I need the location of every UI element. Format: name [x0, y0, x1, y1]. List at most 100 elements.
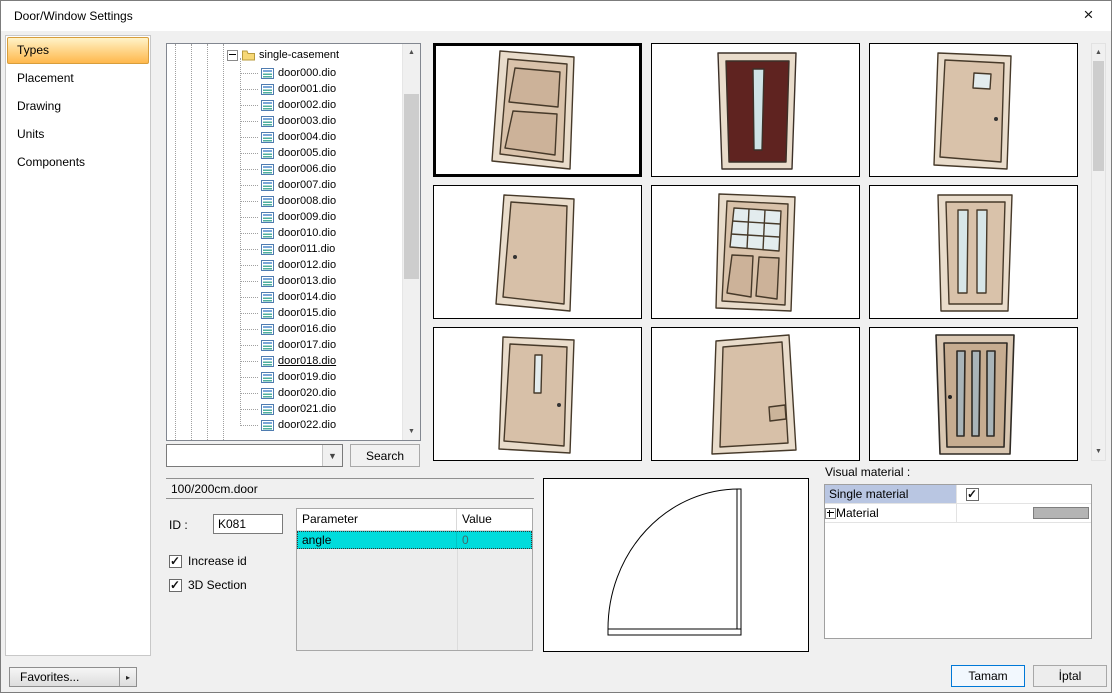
door-thumbnail-9[interactable]: [869, 327, 1078, 461]
3d-section-checkbox[interactable]: [169, 579, 182, 592]
door-thumbnail-6[interactable]: [869, 185, 1078, 319]
collapse-icon[interactable]: [227, 50, 238, 61]
door-file-icon: [261, 196, 274, 207]
door-thumbnail-5[interactable]: [651, 185, 860, 319]
tree-item[interactable]: door008.dio: [261, 193, 336, 209]
tree-item[interactable]: door002.dio: [261, 97, 336, 113]
door-file-icon: [261, 116, 274, 127]
scroll-up-icon[interactable]: ▲: [1092, 44, 1105, 61]
door-thumbnail-4[interactable]: [433, 185, 642, 319]
parameter-row[interactable]: angle 0: [297, 531, 532, 549]
tree-item-label: door004.dio: [278, 131, 336, 143]
column-header-parameter[interactable]: Parameter: [297, 509, 457, 530]
door-thumbnail-8[interactable]: [651, 327, 860, 461]
tree-item[interactable]: door011.dio: [261, 241, 336, 257]
tree-branch-line: [240, 58, 241, 424]
increase-id-checkbox[interactable]: [169, 555, 182, 568]
tree-scrollbar-thumb[interactable]: [404, 94, 419, 279]
tree-item[interactable]: door007.dio: [261, 177, 336, 193]
sidebar-item-components[interactable]: Components: [7, 149, 149, 176]
single-material-checkbox[interactable]: [966, 488, 979, 501]
tree-item[interactable]: door018.dio: [261, 353, 336, 369]
selected-door-name: 100/200cm.door: [166, 478, 534, 499]
tree-item[interactable]: door001.dio: [261, 81, 336, 97]
tree-item[interactable]: door017.dio: [261, 337, 336, 353]
door-swing-preview: [543, 478, 809, 652]
door-thumbnail-6-image: [874, 189, 1074, 315]
close-button[interactable]: ×: [1066, 1, 1111, 31]
door-file-icon: [261, 356, 274, 367]
tree-item[interactable]: door010.dio: [261, 225, 336, 241]
parameter-name-cell[interactable]: angle: [297, 531, 457, 549]
parameter-value-cell[interactable]: 0: [457, 531, 532, 549]
tree-item[interactable]: door020.dio: [261, 385, 336, 401]
tree-item[interactable]: door000.dio: [261, 65, 336, 81]
filter-combobox[interactable]: ▼: [166, 444, 343, 467]
increase-id-checkbox-row[interactable]: Increase id: [169, 554, 247, 568]
scroll-down-icon[interactable]: ▼: [1092, 443, 1105, 460]
door-file-icon: [261, 388, 274, 399]
door-thumbnail-8-image: [656, 331, 856, 457]
tree-item[interactable]: door009.dio: [261, 209, 336, 225]
tree-item[interactable]: door019.dio: [261, 369, 336, 385]
tree-item[interactable]: door016.dio: [261, 321, 336, 337]
tree-item-label: door021.dio: [278, 403, 336, 415]
door-thumbnail-7[interactable]: [433, 327, 642, 461]
favorites-button[interactable]: Favorites... ▸: [9, 667, 137, 687]
sidebar-item-label: Units: [17, 127, 44, 141]
ok-button[interactable]: Tamam: [951, 665, 1025, 687]
door-file-icon: [261, 132, 274, 143]
sidebar-item-units[interactable]: Units: [7, 121, 149, 148]
door-file-icon: [261, 228, 274, 239]
tree-item[interactable]: door013.dio: [261, 273, 336, 289]
tree-item-label: door008.dio: [278, 195, 336, 207]
tree-item-label: door016.dio: [278, 323, 336, 335]
tree-item[interactable]: door012.dio: [261, 257, 336, 273]
id-input[interactable]: [213, 514, 283, 534]
door-file-icon: [261, 276, 274, 287]
door-file-icon: [261, 292, 274, 303]
door-thumbnail-2[interactable]: [651, 43, 860, 177]
parameter-table-header: Parameter Value: [297, 509, 532, 531]
door-thumbnail-3-image: [874, 47, 1074, 173]
expand-icon[interactable]: [825, 508, 836, 519]
door-thumbnail-1[interactable]: [433, 43, 642, 177]
filter-combo-input[interactable]: [167, 445, 322, 466]
grid-scrollbar[interactable]: ▲ ▼: [1091, 43, 1106, 461]
tree-item[interactable]: door005.dio: [261, 145, 336, 161]
favorites-arrow-icon: ▸: [119, 668, 136, 686]
sidebar-item-types[interactable]: Types: [7, 37, 149, 64]
door-file-icon: [261, 212, 274, 223]
material-color-swatch[interactable]: [1033, 507, 1089, 519]
tree-node-single-casement[interactable]: single-casement: [227, 47, 339, 63]
combo-dropdown-icon[interactable]: ▼: [322, 445, 342, 466]
door-file-icon: [261, 180, 274, 191]
tree-item[interactable]: door003.dio: [261, 113, 336, 129]
3d-section-checkbox-row[interactable]: 3D Section: [169, 578, 247, 592]
door-file-icon: [261, 404, 274, 415]
door-window-settings-dialog: Door/Window Settings × Types Placement D…: [0, 0, 1112, 693]
tree-item-label: door022.dio: [278, 419, 336, 431]
tree-item[interactable]: door015.dio: [261, 305, 336, 321]
search-button[interactable]: Search: [350, 444, 420, 467]
cancel-button[interactable]: İptal: [1033, 665, 1107, 687]
door-file-icon: [261, 84, 274, 95]
tree-item[interactable]: door022.dio: [261, 417, 336, 433]
sidebar-item-drawing[interactable]: Drawing: [7, 93, 149, 120]
tree-item[interactable]: door004.dio: [261, 129, 336, 145]
material-cell[interactable]: Material: [825, 504, 957, 522]
column-header-value[interactable]: Value: [457, 509, 532, 530]
tree-item[interactable]: door021.dio: [261, 401, 336, 417]
single-material-row[interactable]: Single material: [825, 485, 1091, 504]
scroll-up-icon[interactable]: ▲: [403, 44, 420, 61]
parameter-rows: angle 0: [297, 531, 532, 549]
sidebar-item-placement[interactable]: Placement: [7, 65, 149, 92]
tree-item[interactable]: door014.dio: [261, 289, 336, 305]
door-thumbnail-3[interactable]: [869, 43, 1078, 177]
grid-scrollbar-thumb[interactable]: [1093, 61, 1104, 171]
material-row[interactable]: Material: [825, 504, 1091, 523]
single-material-cell[interactable]: Single material: [825, 485, 957, 503]
scroll-down-icon[interactable]: ▼: [403, 423, 420, 440]
tree-item[interactable]: door006.dio: [261, 161, 336, 177]
tree-scrollbar[interactable]: ▲ ▼: [402, 44, 420, 440]
